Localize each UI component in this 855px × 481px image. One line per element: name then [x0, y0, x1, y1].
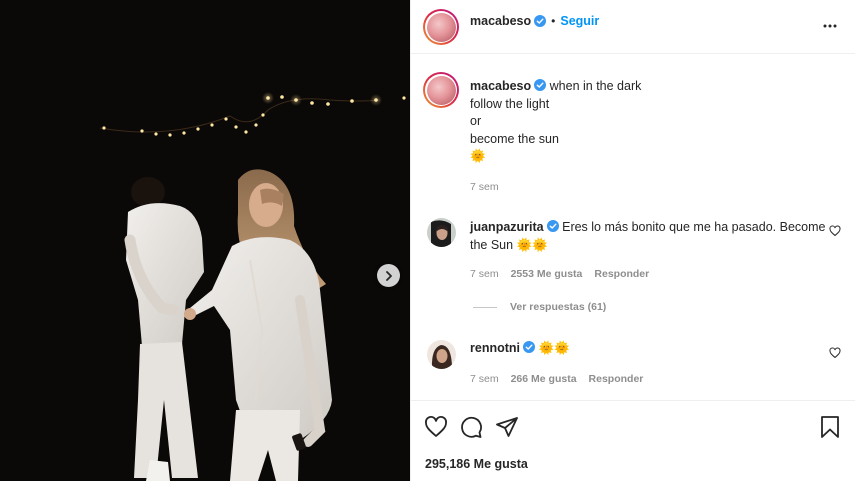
author-avatar[interactable] [423, 9, 459, 45]
view-replies-label: Ver respuestas (61) [510, 301, 607, 313]
comment-likes[interactable]: 2553 Me gusta [511, 268, 583, 280]
comment-body: 🌞🌞 [538, 341, 570, 355]
caption-line: or [470, 114, 482, 128]
bookmark-icon[interactable] [818, 415, 842, 439]
moon-avatar-image [426, 12, 456, 42]
comment-likes[interactable]: 266 Me gusta [511, 373, 577, 385]
photo-scene [0, 0, 410, 481]
replies-divider [473, 306, 497, 308]
post-details-panel: macabeso • Seguir macabeso when in the d… [410, 0, 855, 481]
commenter-photo [427, 340, 456, 369]
comment-meta: 7 sem 266 Me gusta Responder [470, 373, 643, 385]
comment-like-heart-icon[interactable] [829, 225, 841, 237]
caption-line: become the sun [470, 131, 559, 146]
caption-username[interactable]: macabeso [470, 79, 531, 93]
commenter-avatar[interactable] [427, 340, 456, 369]
author-username[interactable]: macabeso [470, 14, 531, 28]
caption: macabeso when in the dark follow the lig… [470, 78, 830, 166]
caption-timestamp[interactable]: 7 sem [470, 181, 499, 193]
comment-text: juanpazurita Eres lo más bonito que me h… [470, 219, 830, 254]
view-replies-button[interactable]: Ver respuestas (61) [473, 301, 606, 313]
comment-username[interactable]: rennotni [470, 341, 520, 355]
moon-avatar-image [426, 75, 456, 105]
post-likes-count[interactable]: 295,186 Me gusta [425, 457, 528, 471]
caption-emoji: 🌞 [470, 149, 486, 163]
three-dots-icon[interactable] [822, 20, 838, 32]
post-modal: macabeso • Seguir macabeso when in the d… [0, 0, 855, 481]
comment-username[interactable]: juanpazurita [470, 220, 544, 234]
paper-plane-icon[interactable] [495, 415, 519, 439]
next-photo-button[interactable] [377, 264, 400, 287]
post-photo[interactable] [0, 0, 410, 481]
chevron-right-icon [385, 270, 392, 281]
verified-badge-icon [534, 79, 547, 91]
reply-button[interactable]: Responder [589, 373, 644, 385]
comment-timestamp[interactable]: 7 sem [470, 373, 499, 385]
comments-list[interactable]: macabeso when in the dark follow the lig… [411, 55, 855, 399]
caption-author-avatar[interactable] [423, 72, 459, 108]
follow-button[interactable]: Seguir [560, 14, 599, 28]
post-header: macabeso • Seguir [411, 0, 855, 54]
verified-badge-icon [523, 341, 535, 353]
verified-badge-icon [546, 220, 559, 232]
comment-timestamp[interactable]: 7 sem [470, 268, 499, 280]
caption-line: follow the light [470, 96, 550, 111]
header-separator: • [551, 14, 556, 28]
comment-meta: 7 sem 2553 Me gusta Responder [470, 268, 649, 280]
comment-like-heart-icon[interactable] [829, 347, 841, 359]
post-actions-bar: 295,186 Me gusta [411, 400, 855, 481]
speech-bubble-icon[interactable] [459, 415, 483, 439]
commenter-photo [427, 218, 456, 247]
comment-text: rennotni 🌞🌞 [470, 340, 830, 358]
heart-outline-icon[interactable] [424, 415, 448, 439]
reply-button[interactable]: Responder [594, 268, 649, 280]
caption-line: when in the dark [549, 79, 642, 93]
verified-badge-icon [534, 15, 547, 27]
hands [184, 308, 196, 320]
commenter-avatar[interactable] [427, 218, 456, 247]
